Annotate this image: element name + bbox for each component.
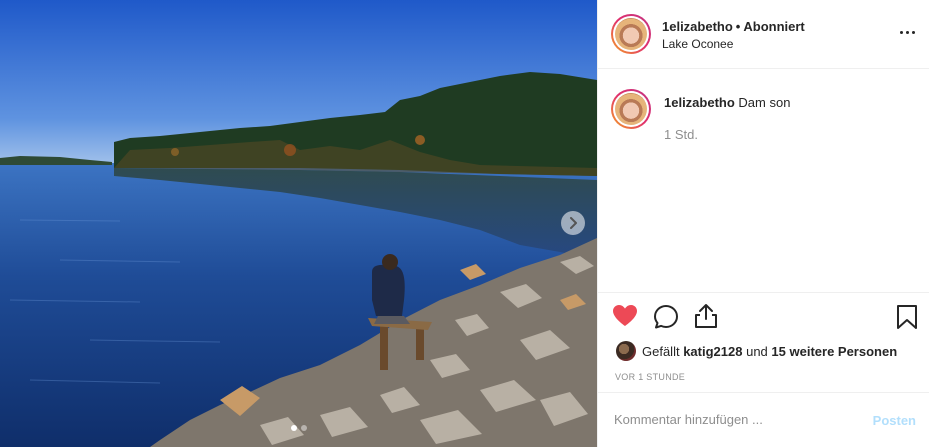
carousel-indicator xyxy=(0,425,597,431)
separator-dot: • xyxy=(735,19,741,34)
likes-middle: und xyxy=(746,343,768,359)
instagram-post: 1elizabetho • Abonniert Lake Oconee 1eliza… xyxy=(0,0,929,447)
author-avatar[interactable] xyxy=(611,14,651,54)
post-side-panel: 1elizabetho • Abonniert Lake Oconee 1eliza… xyxy=(597,0,929,447)
liker-avatar[interactable] xyxy=(616,341,636,361)
likes-summary: Gefällt katig2128 und 15 weitere Persone… xyxy=(616,341,897,361)
comment-input[interactable] xyxy=(614,412,834,427)
likes-others-link[interactable]: 15 weitere Personen xyxy=(771,344,897,359)
likes-prefix: Gefällt xyxy=(642,343,680,359)
chevron-right-icon xyxy=(570,217,577,229)
more-options-icon[interactable] xyxy=(900,31,915,34)
carousel-dot xyxy=(300,425,307,431)
carousel-dot xyxy=(290,425,297,431)
comment-text: Dam son xyxy=(738,95,791,110)
bookmark-icon[interactable] xyxy=(896,304,918,330)
liker-username[interactable]: katig2128 xyxy=(683,344,742,359)
add-comment-section: Posten xyxy=(598,392,929,447)
post-actions: Gefällt katig2128 und 15 weitere Persone… xyxy=(598,292,929,392)
post-photo[interactable] xyxy=(0,0,597,447)
post-timestamp[interactable]: VOR 1 STUNDE xyxy=(615,372,685,382)
author-username[interactable]: 1elizabetho xyxy=(662,19,733,34)
heart-icon[interactable] xyxy=(612,304,638,328)
follow-status-button[interactable]: Abonniert xyxy=(743,19,804,34)
comment-username[interactable]: 1elizabetho xyxy=(664,95,735,110)
post-header: 1elizabetho • Abonniert Lake Oconee xyxy=(598,0,929,69)
comment-bubble-icon[interactable] xyxy=(653,304,679,330)
location-link[interactable]: Lake Oconee xyxy=(662,37,733,51)
comment-timestamp[interactable]: 1 Std. xyxy=(664,127,698,142)
post-comment-button[interactable]: Posten xyxy=(873,413,916,428)
next-photo-button[interactable] xyxy=(561,211,585,235)
comment-avatar[interactable] xyxy=(611,89,651,129)
share-icon[interactable] xyxy=(694,303,718,329)
lake-photo xyxy=(0,0,597,447)
